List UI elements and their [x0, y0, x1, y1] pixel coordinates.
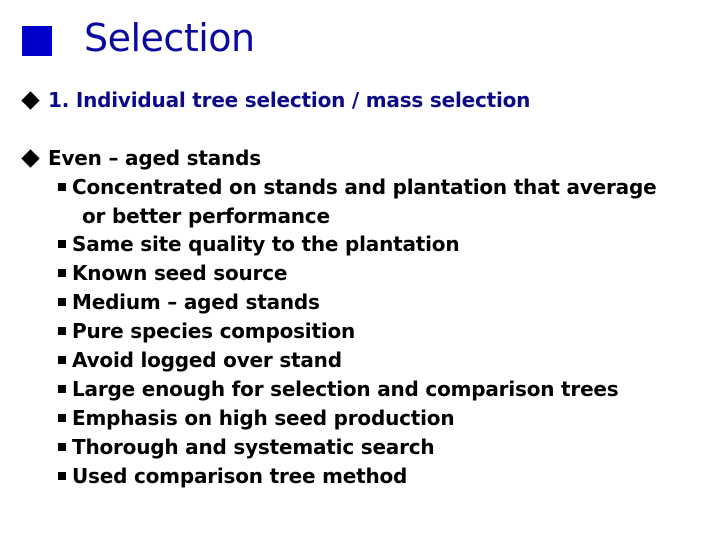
square-bullet-icon — [58, 472, 66, 480]
square-bullet-icon — [58, 414, 66, 422]
square-bullet-icon — [58, 240, 66, 248]
sub-bullet-continuation: or better performance — [82, 204, 330, 228]
square-bullet-icon — [58, 298, 66, 306]
sub-bullet: Concentrated on stands and plantation th… — [72, 175, 657, 199]
square-bullet-icon — [58, 183, 66, 191]
sub-bullet: Avoid logged over stand — [72, 348, 342, 372]
square-bullet-icon — [58, 269, 66, 277]
sub-bullet: Emphasis on high seed production — [72, 406, 455, 430]
square-bullet-icon — [58, 385, 66, 393]
square-bullet-icon — [58, 327, 66, 335]
title-square-icon — [22, 26, 52, 56]
sub-bullet: Pure species composition — [72, 319, 356, 343]
diamond-bullet-icon — [21, 91, 40, 110]
sub-bullet: Same site quality to the plantation — [72, 232, 460, 256]
diamond-bullet-icon — [21, 149, 40, 168]
sub-bullet: Known seed source — [72, 261, 288, 285]
sub-bullet: Medium – aged stands — [72, 290, 320, 314]
bullet-even-aged-stands: Even – aged stands — [48, 146, 261, 170]
square-bullet-icon — [58, 356, 66, 364]
sub-bullet: Thorough and systematic search — [72, 435, 435, 459]
bullet-individual-selection: 1. Individual tree selection / mass sele… — [48, 88, 531, 112]
sub-bullet: Used comparison tree method — [72, 464, 408, 488]
slide-title: Selection — [84, 16, 255, 60]
square-bullet-icon — [58, 443, 66, 451]
sub-bullet: Large enough for selection and compariso… — [72, 377, 619, 401]
